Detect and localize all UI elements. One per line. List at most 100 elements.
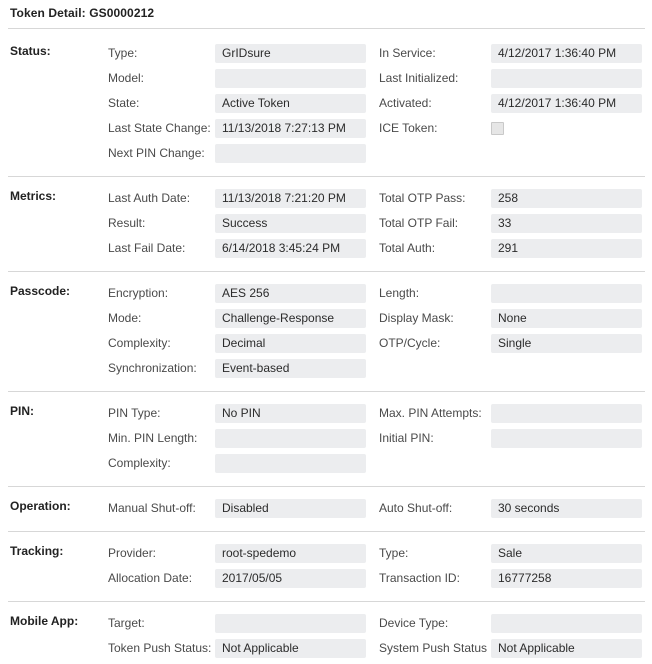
field-label: PIN Type:	[108, 406, 161, 420]
field-row: PIN Type: No PIN Max. PIN Attempts:	[0, 404, 652, 429]
section-divider	[8, 601, 645, 602]
field-row: Complexity: Decimal OTP/Cycle: Single	[0, 334, 652, 359]
page-title: Token Detail: GS0000212	[10, 6, 155, 20]
field-value[interactable]	[215, 144, 366, 163]
field-label: Activated:	[379, 96, 432, 110]
field-value[interactable]: 30 seconds	[491, 499, 642, 518]
field-row: Last Fail Date: 6/14/2018 3:45:24 PM Total…	[0, 239, 652, 264]
field-row: Token Push Status: Not Applicable System P…	[0, 639, 652, 664]
field-label: Last Auth Date:	[108, 191, 191, 205]
field-value[interactable]: No PIN	[215, 404, 366, 423]
field-value[interactable]: Event-based	[215, 359, 366, 378]
field-value[interactable]	[215, 614, 366, 633]
field-label: Display Mask:	[379, 311, 454, 325]
field-value[interactable]: GrIDsure	[215, 44, 366, 63]
field-label: Transaction ID:	[379, 571, 460, 585]
field-value[interactable]: 4/12/2017 1:36:40 PM	[491, 94, 642, 113]
field-row: Synchronization: Event-based	[0, 359, 652, 384]
section-status: Status: Type: GrIDsure In Service: 4/12/2017…	[0, 44, 652, 169]
field-label: Auto Shut-off:	[379, 501, 453, 515]
field-row: Mode: Challenge-Response Display Mask: None	[0, 309, 652, 334]
field-value[interactable]: 16777258	[491, 569, 642, 588]
field-value[interactable]: 11/13/2018 7:27:13 PM	[215, 119, 366, 138]
field-value[interactable]	[491, 614, 642, 633]
section-divider	[8, 271, 645, 272]
field-label: Result:	[108, 216, 146, 230]
field-value[interactable]	[215, 69, 366, 88]
field-value[interactable]: 4/12/2017 1:36:40 PM	[491, 44, 642, 63]
section-metrics: Metrics: Last Auth Date: 11/13/2018 7:21:2…	[0, 189, 652, 264]
field-label: Last Initialized:	[379, 71, 459, 85]
section-mobile-app: Mobile App: Target: Device Type: Token Push…	[0, 614, 652, 664]
field-row: Allocation Date: 2017/05/05 Transaction ID…	[0, 569, 652, 594]
field-value[interactable]: Disabled	[215, 499, 366, 518]
field-value[interactable]: Active Token	[215, 94, 366, 113]
field-row: Manual Shut-off: Disabled Auto Shut-off: 30…	[0, 499, 652, 524]
section-divider	[8, 486, 645, 487]
field-value[interactable]: 11/13/2018 7:21:20 PM	[215, 189, 366, 208]
field-value[interactable]	[491, 404, 642, 423]
field-value[interactable]	[491, 284, 642, 303]
field-value[interactable]: 291	[491, 239, 642, 258]
field-label: Token Push Status:	[108, 641, 212, 655]
field-label: Total OTP Pass:	[379, 191, 466, 205]
field-value[interactable]: 6/14/2018 3:45:24 PM	[215, 239, 366, 258]
field-label: Mode:	[108, 311, 142, 325]
field-label: OTP/Cycle:	[379, 336, 441, 350]
field-label: Encryption:	[108, 286, 169, 300]
field-value[interactable]: Not Applicable	[215, 639, 366, 658]
field-label: Total Auth:	[379, 241, 436, 255]
ice-token-checkbox[interactable]	[491, 122, 504, 135]
field-row: Encryption: AES 256 Length:	[0, 284, 652, 309]
field-row: Target: Device Type:	[0, 614, 652, 639]
field-row: State: Active Token Activated: 4/12/2017 1:…	[0, 94, 652, 119]
field-value[interactable]: 33	[491, 214, 642, 233]
field-label: System Push Status	[379, 641, 488, 655]
field-value[interactable]	[215, 429, 366, 448]
field-label: Manual Shut-off:	[108, 501, 196, 515]
field-label: Type:	[108, 46, 138, 60]
section-passcode: Passcode: Encryption: AES 256 Length: Mode: C…	[0, 284, 652, 384]
field-value[interactable]: Sale	[491, 544, 642, 563]
field-label: ICE Token:	[379, 121, 438, 135]
field-label: Complexity:	[108, 456, 171, 470]
field-value[interactable]	[491, 429, 642, 448]
field-label: Complexity:	[108, 336, 171, 350]
field-value[interactable]: Single	[491, 334, 642, 353]
field-value[interactable]: AES 256	[215, 284, 366, 303]
field-label: Device Type:	[379, 616, 449, 630]
field-row: Result: Success Total OTP Fail: 33	[0, 214, 652, 239]
field-value[interactable]: Not Applicable	[491, 639, 642, 658]
field-row: Model: Last Initialized:	[0, 69, 652, 94]
section-operation: Operation: Manual Shut-off: Disabled Auto S…	[0, 499, 652, 524]
field-row: Next PIN Change:	[0, 144, 652, 169]
field-value[interactable]: 2017/05/05	[215, 569, 366, 588]
field-label: Total OTP Fail:	[379, 216, 459, 230]
field-value[interactable]	[215, 454, 366, 473]
field-value[interactable]: 258	[491, 189, 642, 208]
field-label: Model:	[108, 71, 145, 85]
field-row: Min. PIN Length: Initial PIN:	[0, 429, 652, 454]
field-label: Length:	[379, 286, 420, 300]
field-label: Min. PIN Length:	[108, 431, 198, 445]
field-label: Provider:	[108, 546, 157, 560]
field-value[interactable]: Success	[215, 214, 366, 233]
field-label: Type:	[379, 546, 409, 560]
field-label: In Service:	[379, 46, 436, 60]
field-label: Last State Change:	[108, 121, 211, 135]
section-divider	[8, 176, 645, 177]
field-row: Complexity:	[0, 454, 652, 479]
field-value[interactable]: Challenge-Response	[215, 309, 366, 328]
field-value[interactable]: root-spedemo	[215, 544, 366, 563]
section-divider	[8, 531, 645, 532]
field-row: Type: GrIDsure In Service: 4/12/2017 1:36:4…	[0, 44, 652, 69]
field-row: Last State Change: 11/13/2018 7:27:13 PM I…	[0, 119, 652, 144]
section-tracking: Tracking: Provider: root-spedemo Type: Sale A…	[0, 544, 652, 594]
token-detail-page: Token Detail: GS0000212 Status: Type: GrID…	[0, 0, 652, 658]
field-label: Target:	[108, 616, 145, 630]
field-label: Max. PIN Attempts:	[379, 406, 482, 420]
section-divider	[8, 391, 645, 392]
field-value[interactable]: Decimal	[215, 334, 366, 353]
field-value[interactable]: None	[491, 309, 642, 328]
field-value[interactable]	[491, 69, 642, 88]
